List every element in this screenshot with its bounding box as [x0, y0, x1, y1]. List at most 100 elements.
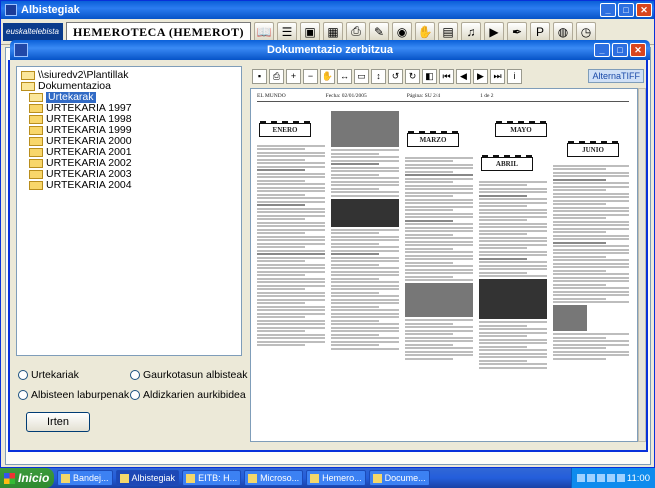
app-icon [119, 473, 129, 483]
windows-logo-icon [4, 472, 15, 484]
minimize-button[interactable]: _ [600, 3, 616, 17]
document-icon [372, 473, 382, 483]
folder-icon [29, 181, 43, 190]
music-icon[interactable]: ♫ [461, 21, 482, 42]
clock: 11:00 [626, 472, 650, 484]
folder-icon [61, 473, 70, 483]
month-mayo: MAYO [495, 121, 547, 137]
task-button[interactable]: EITB: H... [182, 470, 242, 486]
task-button[interactable]: Microso... [244, 470, 304, 486]
dialog-maximize-button[interactable]: □ [612, 43, 628, 57]
p-icon[interactable]: P [530, 21, 551, 42]
task-button[interactable]: Hemero... [306, 470, 366, 486]
newspaper-page[interactable]: EL MUNDO Fecha: 02/01/2005 Página: SU 2/… [250, 88, 638, 442]
start-button[interactable]: Inicio [0, 468, 54, 488]
video-icon[interactable]: ▶ [484, 21, 505, 42]
text-column [479, 179, 547, 441]
tree-item[interactable]: URTEKARIA 2004 [29, 180, 237, 191]
task-button[interactable]: Bandej... [57, 470, 113, 486]
paper-pages: 1 de 2 [480, 93, 494, 99]
text-column [553, 163, 629, 441]
folder-icon [29, 159, 43, 168]
volume-icon[interactable] [606, 474, 615, 482]
list-icon[interactable]: ☰ [277, 21, 298, 42]
print-icon[interactable]: ⎙ [346, 21, 367, 42]
month-marzo: MARZO [407, 131, 459, 147]
pan-icon[interactable]: ✋ [320, 68, 335, 84]
print-icon[interactable]: ⎙ [269, 68, 284, 84]
browser-icon [186, 473, 196, 483]
dialog-minimize-button[interactable]: _ [594, 43, 610, 57]
dialog-title: Dokumentazio zerbitzua [267, 44, 393, 56]
radio-laburpenak[interactable]: Albisteen laburpenak [18, 388, 129, 402]
vertical-scrollbar[interactable] [638, 88, 646, 442]
folder-icon [29, 115, 43, 124]
folder-icon [29, 104, 43, 113]
grid-icon[interactable]: ▦ [323, 21, 344, 42]
app-title: Albistegiak [21, 4, 80, 16]
text-column [405, 155, 473, 441]
alternatiff-label[interactable]: AlternaTIFF [588, 69, 644, 83]
system-tray: 11:00 [570, 468, 655, 488]
taskbar: Inicio Bandej... Albistegiak EITB: H... … [0, 468, 655, 488]
invert-icon[interactable]: ◧ [422, 68, 437, 84]
fit-width-icon[interactable]: ↔ [337, 68, 352, 84]
save-icon[interactable]: ▪ [252, 68, 267, 84]
globe-icon[interactable]: ◍ [553, 21, 574, 42]
section-title: HEMEROTECA (HEMEROT) [66, 21, 252, 42]
clock-icon[interactable]: ◷ [576, 21, 597, 42]
dialog-window: Dokumentazio zerbitzua _ □ ✕ \\siuredv2\… [8, 40, 650, 452]
network-icon[interactable] [616, 474, 625, 482]
rotate-left-icon[interactable]: ↺ [388, 68, 403, 84]
radio-aldizkarien[interactable]: Aldizkarien aurkibidea [130, 388, 246, 402]
zoom-in-icon[interactable]: + [286, 68, 301, 84]
task-button-active[interactable]: Albistegiak [115, 470, 180, 486]
tray-icon[interactable] [586, 474, 595, 482]
first-page-icon[interactable]: ⏮ [439, 68, 454, 84]
left-panel: \\siuredv2\Plantillak Dokumentazioa Urte… [16, 66, 247, 436]
app-logo-icon [5, 4, 17, 16]
folder-icon [29, 126, 43, 135]
app-titlebar: Albistegiak _ □ ✕ [1, 1, 654, 19]
radio-dot[interactable] [130, 390, 140, 400]
month-enero: ENERO [259, 121, 311, 137]
prev-page-icon[interactable]: ◀ [456, 68, 471, 84]
radio-dot[interactable] [130, 370, 140, 380]
tray-icon[interactable] [576, 474, 585, 482]
info-icon[interactable]: i [507, 68, 522, 84]
document-viewer: ▪ ⎙ + − ✋ ↔ ▭ ↕ ↺ ↻ ◧ ⏮ ◀ ▶ ⏭ i AlternaT… [250, 66, 646, 442]
newspaper-scan: EL MUNDO Fecha: 02/01/2005 Página: SU 2/… [257, 93, 629, 441]
hand-icon[interactable]: ✋ [415, 21, 436, 42]
zoom-out-icon[interactable]: − [303, 68, 318, 84]
exit-button[interactable]: Irten [26, 412, 90, 432]
folder-tree[interactable]: \\siuredv2\Plantillak Dokumentazioa Urte… [16, 66, 242, 356]
dialog-titlebar: Dokumentazio zerbitzua _ □ ✕ [10, 40, 650, 60]
paper-date: Fecha: 02/01/2005 [325, 93, 367, 99]
paper-page: Página: SU 2/4 [406, 93, 441, 99]
document-icon[interactable]: ▤ [438, 21, 459, 42]
fit-height-icon[interactable]: ↕ [371, 68, 386, 84]
fit-page-icon[interactable]: ▭ [354, 68, 369, 84]
edit-icon[interactable]: ✎ [369, 21, 390, 42]
radio-dot[interactable] [18, 370, 28, 380]
brand-logo: euskaltelebista [3, 22, 63, 41]
radio-gaurkotasun[interactable]: Gaurkotasun albisteak [130, 368, 247, 382]
next-page-icon[interactable]: ▶ [473, 68, 488, 84]
last-page-icon[interactable]: ⏭ [490, 68, 505, 84]
tray-icon[interactable] [596, 474, 605, 482]
folder-icon [29, 137, 43, 146]
close-button[interactable]: ✕ [636, 3, 652, 17]
dialog-close-button[interactable]: ✕ [630, 43, 646, 57]
photo-icon[interactable]: ▣ [300, 21, 321, 42]
book-icon[interactable]: 📖 [254, 21, 275, 42]
maximize-button[interactable]: □ [618, 3, 634, 17]
radio-urtekariak[interactable]: Urtekariak [18, 368, 79, 382]
microsoft-icon [248, 473, 258, 483]
tape-icon[interactable]: ◉ [392, 21, 413, 42]
text-column [331, 109, 399, 435]
task-button[interactable]: Docume... [368, 470, 430, 486]
radio-dot[interactable] [18, 390, 28, 400]
rotate-right-icon[interactable]: ↻ [405, 68, 420, 84]
dialog-logo-icon [14, 43, 28, 57]
pen-icon[interactable]: ✒ [507, 21, 528, 42]
